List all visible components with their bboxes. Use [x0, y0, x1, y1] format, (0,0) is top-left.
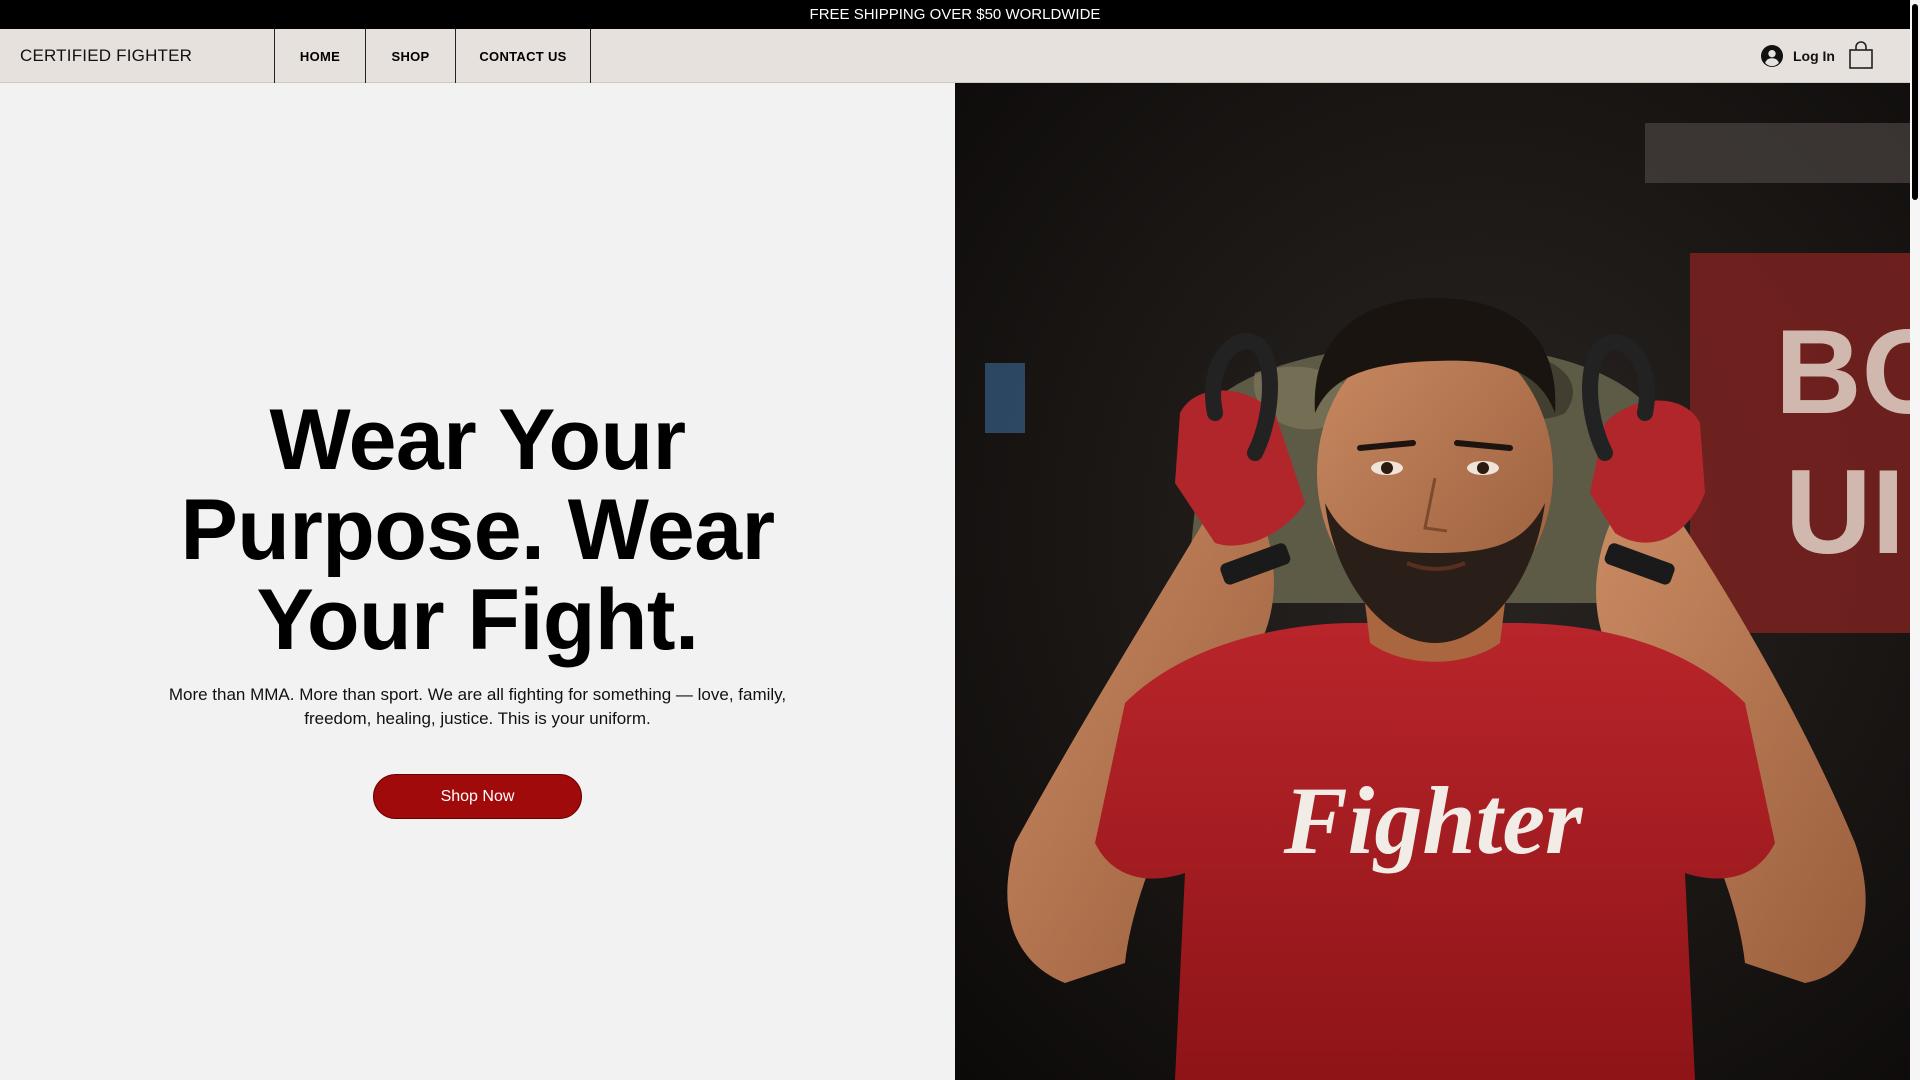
nav-shop[interactable]: SHOP	[365, 29, 455, 83]
site-header: CERTIFIED FIGHTER HOME SHOP CONTACT US L…	[0, 29, 1910, 83]
scrollbar[interactable]	[1910, 0, 1920, 1080]
shirt-graphic-text: Fighter	[1283, 767, 1584, 874]
login-label: Log In	[1793, 48, 1835, 64]
main-nav: HOME SHOP CONTACT US	[274, 29, 591, 83]
headline-line: Your Fight.	[256, 572, 699, 668]
nav-contact-us[interactable]: CONTACT US	[455, 29, 591, 83]
hero-image: BO UI Fighter	[955, 83, 1910, 1080]
wall-text: BO	[1775, 305, 1910, 439]
announcement-text: FREE SHIPPING OVER $50 WORLDWIDE	[809, 6, 1101, 23]
hero-text-panel: Wear Your Purpose. Wear Your Fight. More…	[0, 83, 955, 1080]
shop-now-button[interactable]: Shop Now	[373, 774, 582, 819]
fighter-photo: BO UI Fighter	[955, 83, 1910, 1080]
shopping-bag-icon[interactable]	[1849, 41, 1873, 69]
login-button[interactable]: Log In	[1761, 29, 1835, 83]
wall-text: UI	[1785, 445, 1905, 579]
hero-headline: Wear Your Purpose. Wear Your Fight.	[0, 395, 955, 665]
headline-line: Wear Your	[269, 392, 686, 488]
user-avatar-icon	[1761, 45, 1783, 67]
announcement-bar: FREE SHIPPING OVER $50 WORLDWIDE	[0, 0, 1910, 29]
brand-logo[interactable]: CERTIFIED FIGHTER	[20, 29, 192, 83]
scrollbar-thumb[interactable]	[1912, 4, 1918, 200]
headline-line: Purpose. Wear	[180, 482, 775, 578]
hero-subtext: More than MMA. More than sport. We are a…	[168, 685, 787, 728]
nav-home[interactable]: HOME	[274, 29, 365, 83]
